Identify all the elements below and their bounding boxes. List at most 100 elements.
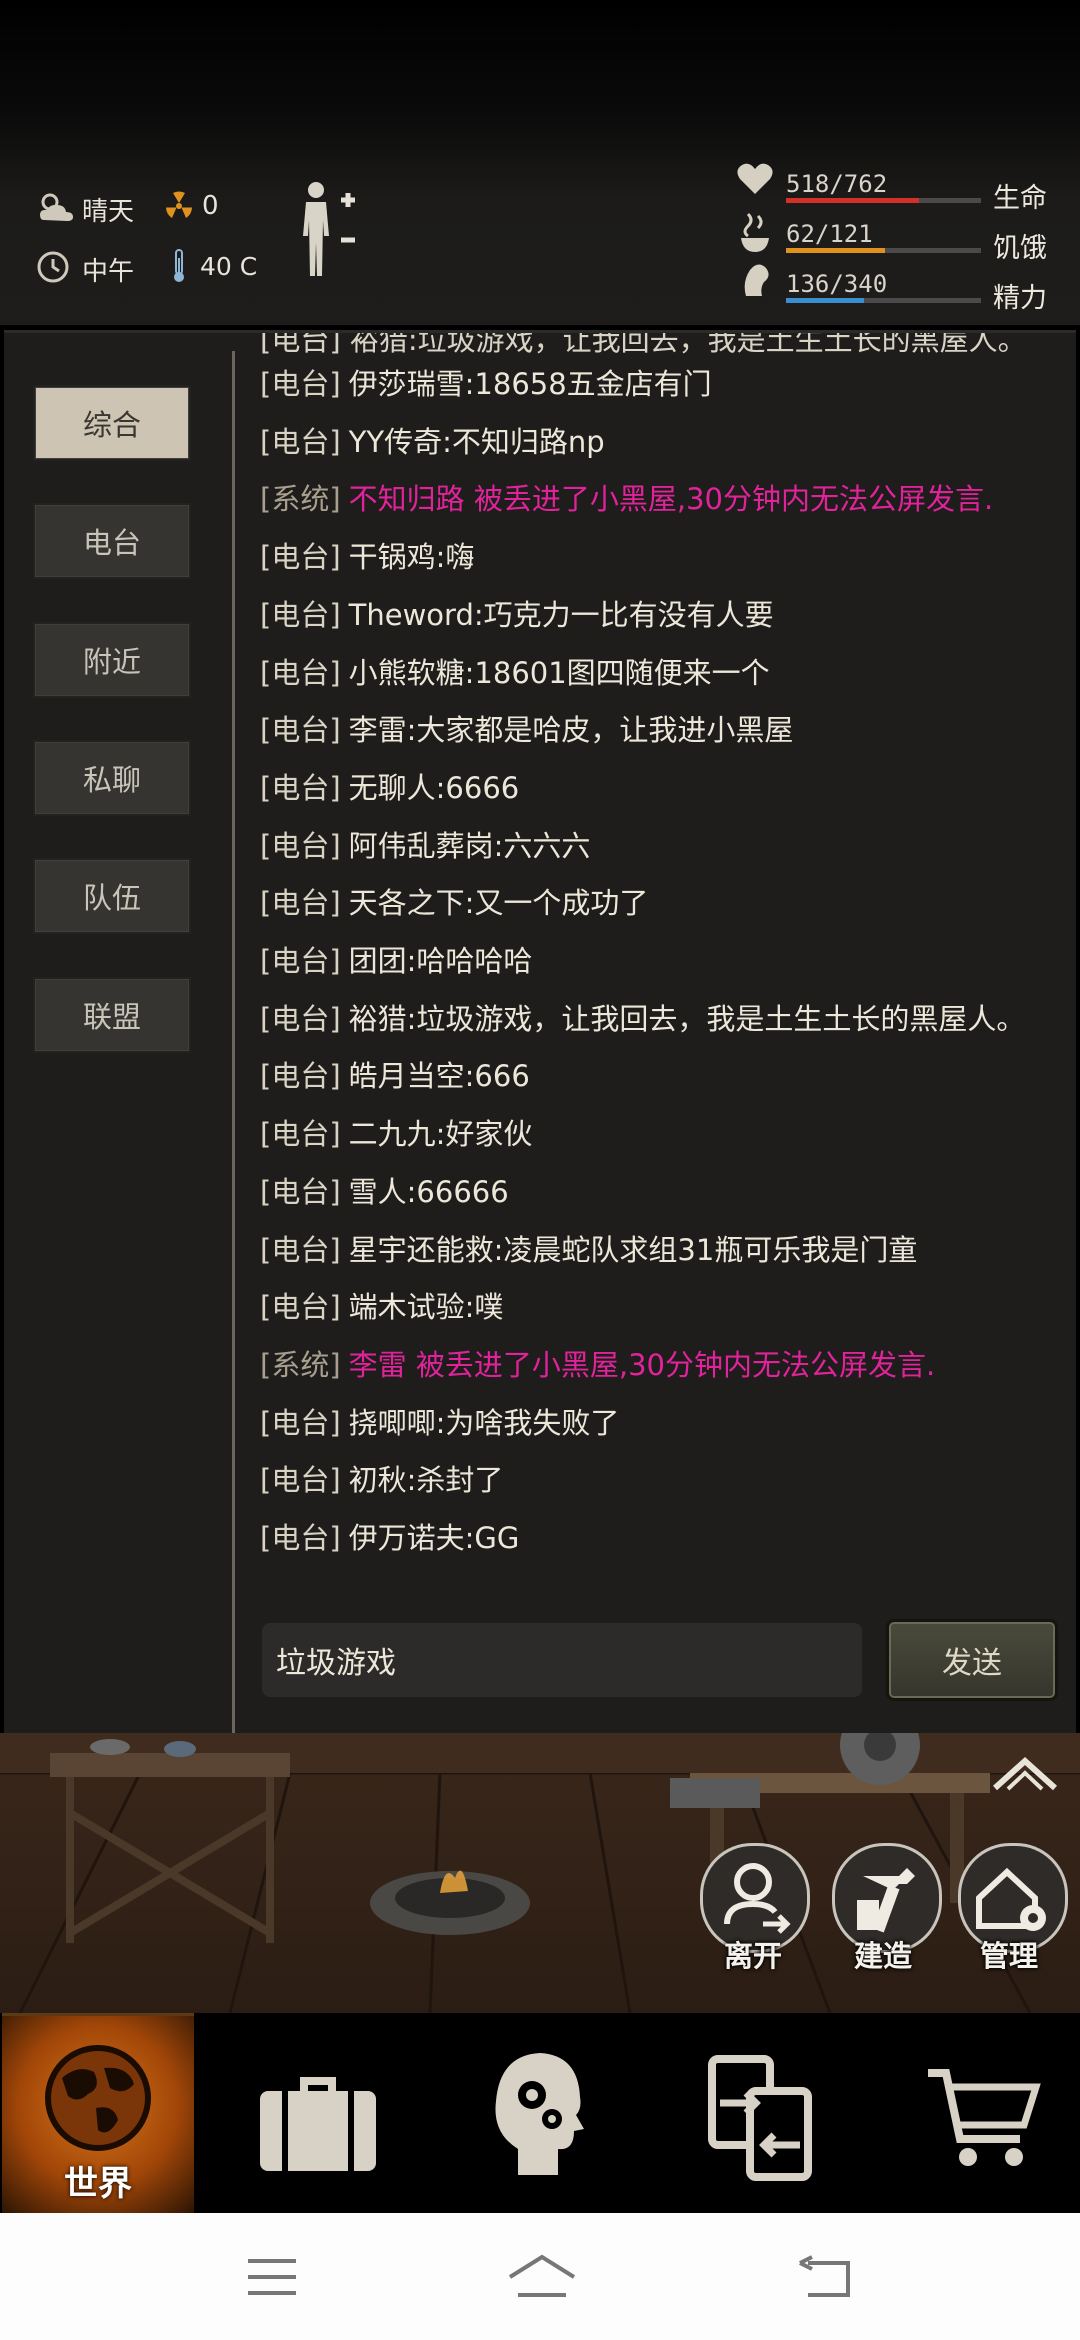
expand-up-icon[interactable] bbox=[990, 1753, 1060, 1793]
chat-panel: 综合 电台 附近 私聊 队伍 联盟 [电台] 裕猎:垃圾游戏，让我回去，我是土生… bbox=[4, 330, 1076, 1735]
chat-message: [电台] Theword:巧克力一比有没有人要 bbox=[260, 592, 774, 634]
thermometer-icon bbox=[174, 249, 184, 282]
heart-icon bbox=[737, 163, 773, 194]
message-channel: [电台] bbox=[260, 424, 341, 459]
radiation-value: 0 bbox=[202, 191, 219, 221]
home-icon[interactable] bbox=[506, 2253, 578, 2299]
chat-message-cutoff: [电台] 裕猎:垃圾游戏，让我回去，我是土生土长的黑屋人。 bbox=[260, 333, 1027, 357]
message-channel: [电台] bbox=[260, 367, 341, 401]
health-label: 生命 bbox=[993, 183, 1047, 214]
world-label: 世界 bbox=[64, 2164, 132, 2204]
backpack-icon[interactable] bbox=[256, 2057, 380, 2181]
message-channel: [系统] bbox=[260, 482, 341, 517]
message-channel: [电台] bbox=[260, 1521, 341, 1555]
status-header: 晴天 0 中午 40 C 518/762 生命 62/121 饥饿 136/34… bbox=[0, 0, 1080, 325]
chat-message: [电台] 团团:哈哈哈哈 bbox=[260, 938, 532, 980]
chat-log[interactable]: [电台] 裕猎:垃圾游戏，让我回去，我是土生土长的黑屋人。 [电台] 伊莎瑞雪:1… bbox=[260, 333, 1060, 1613]
health-value: 518/762 bbox=[786, 170, 888, 198]
tab-private[interactable]: 私聊 bbox=[33, 740, 191, 816]
send-button[interactable]: 发送 bbox=[886, 1619, 1058, 1701]
skills-head-icon[interactable] bbox=[488, 2045, 588, 2185]
message-text: YY传奇:不知归路np bbox=[348, 424, 605, 459]
chat-message: [电台] 端木试验:噗 bbox=[260, 1284, 503, 1326]
hunger-label: 饥饿 bbox=[993, 233, 1047, 264]
message-text: 天各之下:又一个成功了 bbox=[348, 886, 649, 921]
message-channel: [电台] bbox=[260, 713, 341, 748]
hunger-value: 62/121 bbox=[786, 220, 873, 248]
chat-message: [电台] 李雷:大家都是哈皮，让我进小黑屋 bbox=[260, 707, 793, 749]
message-text: 不知归路 被丢进了小黑屋,30分钟内无法公屏发言. bbox=[348, 482, 994, 517]
message-channel: [电台] bbox=[260, 1405, 341, 1440]
chat-message: [电台] 星宇还能救:凌晨蛇队求组31瓶可乐我是门童 bbox=[260, 1227, 917, 1269]
chat-message: [电台] 天各之下:又一个成功了 bbox=[260, 880, 648, 922]
message-channel: [电台] bbox=[260, 1117, 341, 1152]
menu-icon[interactable] bbox=[246, 2257, 298, 2297]
message-text: 李雷:大家都是哈皮，让我进小黑屋 bbox=[348, 713, 794, 748]
tab-team[interactable]: 队伍 bbox=[33, 858, 191, 934]
tab-general[interactable]: 综合 bbox=[33, 385, 191, 461]
message-text: 阿伟乱葬岗:六六六 bbox=[348, 828, 591, 863]
message-channel: [系统] bbox=[260, 1347, 341, 1382]
partly-cloudy-icon bbox=[40, 193, 73, 221]
chat-message: [电台] 阿伟乱葬岗:六六六 bbox=[260, 823, 590, 865]
tab-world[interactable]: 世界 bbox=[2, 2013, 194, 2214]
time-of-day-label: 中午 bbox=[82, 257, 135, 287]
message-channel: [电台] bbox=[260, 597, 341, 632]
message-channel: [电台] bbox=[260, 1290, 341, 1325]
tab-alliance[interactable]: 联盟 bbox=[33, 977, 191, 1053]
chat-message: [电台] 裕猎:垃圾游戏，让我回去，我是土生土长的黑屋人。 bbox=[260, 996, 1025, 1038]
message-channel: [电台] bbox=[260, 1174, 341, 1209]
channel-tabs: 综合 电台 附近 私聊 队伍 联盟 bbox=[4, 333, 232, 1735]
chat-message: [电台] 伊万诺夫:GG bbox=[260, 1515, 519, 1557]
leave-label: 离开 bbox=[724, 1939, 783, 1973]
radiation-icon bbox=[166, 191, 192, 218]
tab-radio[interactable]: 电台 bbox=[33, 503, 191, 579]
chat-message: [电台] 小熊软糖:18601图四随便来一个 bbox=[260, 650, 770, 692]
message-channel: [电台] bbox=[260, 828, 341, 863]
message-channel: [电台] bbox=[260, 886, 341, 921]
chat-message: [电台] YY传奇:不知归路np bbox=[260, 419, 605, 461]
system-message: [系统] 不知归路 被丢进了小黑屋,30分钟内无法公屏发言. bbox=[260, 476, 993, 518]
chat-message: [电台] 伊莎瑞雪:18658五金店有门 bbox=[260, 361, 712, 403]
message-text: 伊万诺夫:GG bbox=[348, 1521, 520, 1555]
message-text: 挠唧唧:为啥我失败了 bbox=[348, 1405, 620, 1440]
message-text: 李雷 被丢进了小黑屋,30分钟内无法公屏发言. bbox=[348, 1347, 936, 1382]
panel-divider bbox=[232, 351, 235, 1734]
weather-label: 晴天 bbox=[82, 197, 135, 227]
message-text: 干锅鸡:嗨 bbox=[348, 540, 475, 575]
message-text: 伊莎瑞雪:18658五金店有门 bbox=[348, 367, 712, 401]
build-label: 建造 bbox=[854, 1939, 913, 1973]
health-bar bbox=[786, 198, 981, 203]
message-text: 雪人:66666 bbox=[348, 1174, 509, 1209]
message-text: 皓月当空:666 bbox=[348, 1059, 530, 1094]
manage-label: 管理 bbox=[980, 1939, 1039, 1973]
message-channel: [电台] bbox=[260, 770, 341, 805]
trade-icon[interactable] bbox=[706, 2053, 816, 2183]
message-channel: [电台] bbox=[260, 1001, 341, 1036]
body-status-icon[interactable] bbox=[296, 180, 366, 280]
message-channel: [电台] bbox=[260, 540, 341, 575]
chat-message: [电台] 初秋:杀封了 bbox=[260, 1457, 503, 1499]
hunger-bar bbox=[786, 248, 981, 253]
message-text: 无聊人:6666 bbox=[348, 770, 520, 805]
message-text: 二九九:好家伙 bbox=[348, 1117, 533, 1152]
system-message: [系统] 李雷 被丢进了小黑屋,30分钟内无法公屏发言. bbox=[260, 1342, 935, 1384]
energy-value: 136/340 bbox=[786, 270, 888, 298]
energy-label: 精力 bbox=[993, 283, 1047, 314]
message-channel: [电台] bbox=[260, 655, 341, 690]
shelter-scene: 离开 建造 管理 bbox=[0, 1733, 1080, 2013]
chat-message: [电台] 二九九:好家伙 bbox=[260, 1111, 532, 1153]
tab-nearby[interactable]: 附近 bbox=[33, 622, 191, 698]
back-icon[interactable] bbox=[796, 2255, 852, 2299]
chat-input[interactable]: 垃圾游戏 bbox=[262, 1623, 862, 1697]
energy-icon bbox=[744, 264, 769, 296]
message-channel: [电台] bbox=[260, 1059, 341, 1094]
cart-icon[interactable] bbox=[924, 2063, 1044, 2173]
chat-message: [电台] 无聊人:6666 bbox=[260, 765, 519, 807]
clock-icon bbox=[37, 251, 69, 283]
message-text: 团团:哈哈哈哈 bbox=[348, 944, 533, 978]
energy-bar bbox=[786, 298, 981, 303]
message-text: 小熊软糖:18601图四随便来一个 bbox=[348, 655, 770, 690]
globe-icon bbox=[45, 2045, 151, 2151]
message-text: 裕猎:垃圾游戏，让我回去，我是土生土长的黑屋人。 bbox=[348, 1001, 1026, 1036]
